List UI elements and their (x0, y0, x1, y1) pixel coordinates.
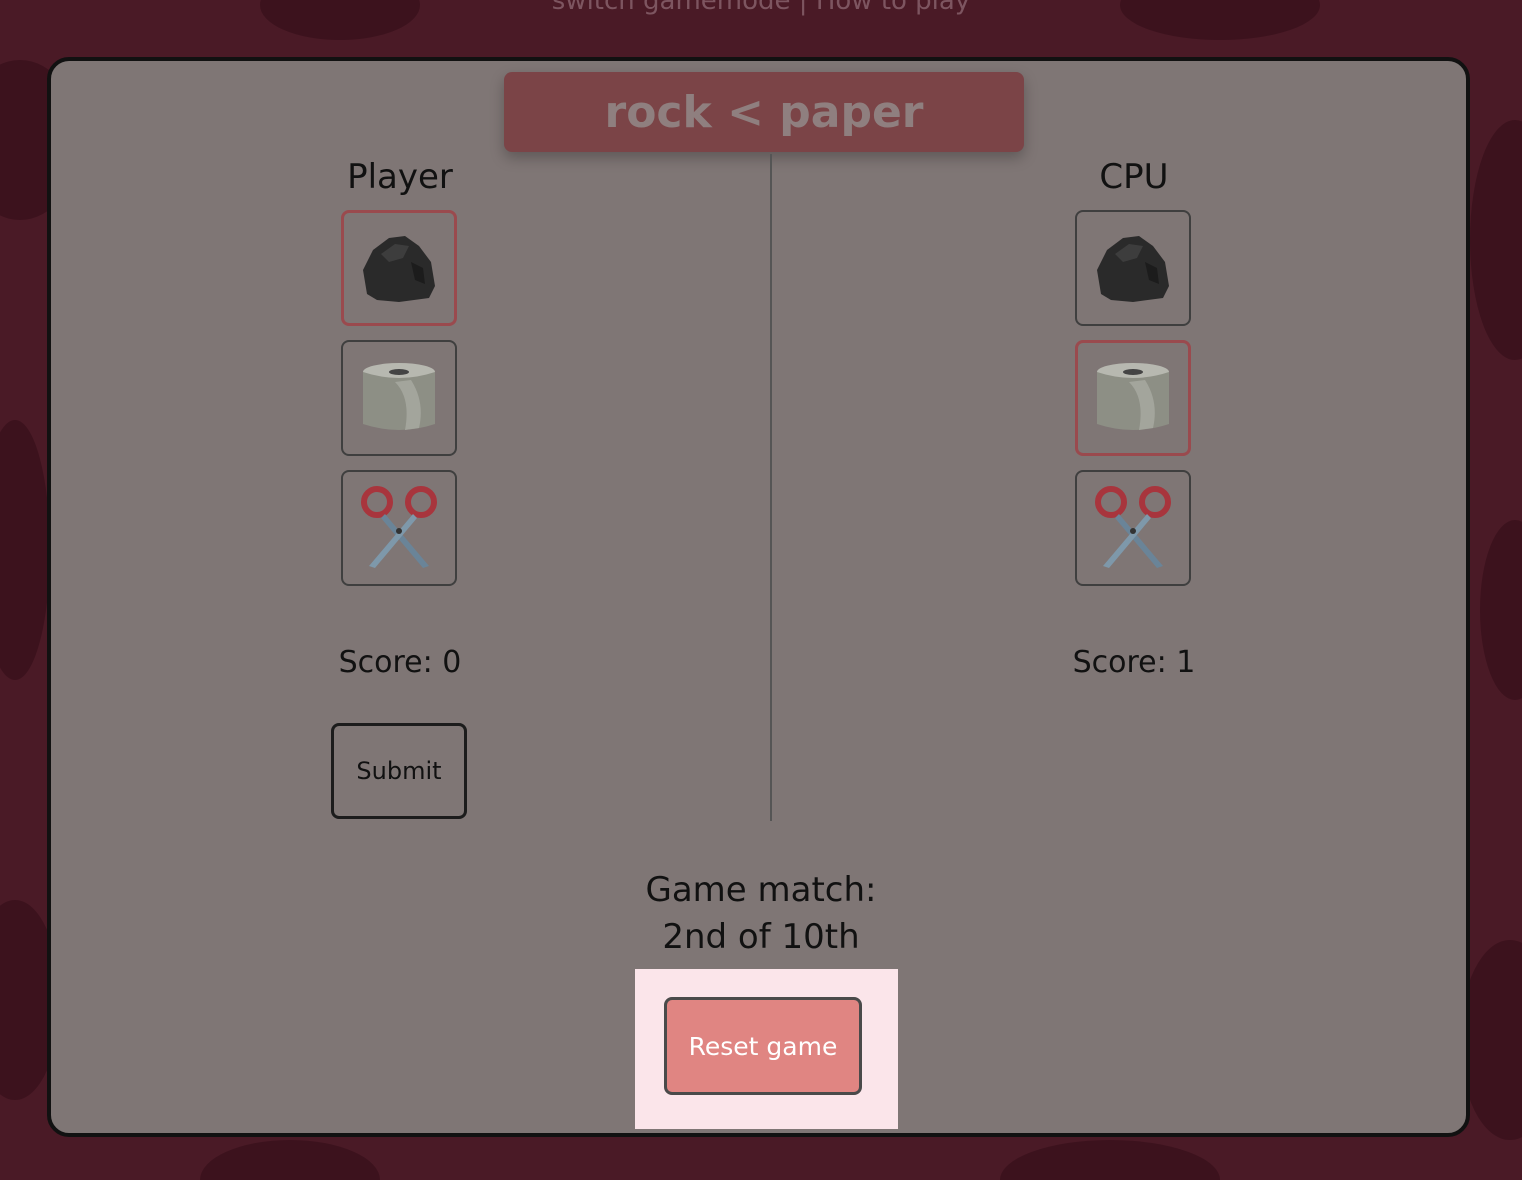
cpu-title: CPU (1099, 157, 1169, 197)
player-choice-rock[interactable] (341, 210, 457, 326)
top-nav: switch gamemode | How to play (0, 0, 1522, 16)
paper-icon (363, 363, 435, 430)
player-choice-scissors[interactable] (341, 470, 457, 586)
scissors-icon (1095, 486, 1171, 568)
round-result-banner: rock < paper (504, 72, 1024, 152)
player-choice-paper[interactable] (341, 340, 457, 456)
paper-icon (1097, 363, 1169, 430)
player-score: Score: 0 (338, 645, 462, 680)
game-panel: rock < paper Player Score: 0 Submit CPU (47, 57, 1470, 1137)
submit-button[interactable]: Submit (331, 723, 467, 819)
how-to-play-link[interactable]: How to play (816, 0, 970, 16)
game-match-status: Game match: 2nd of 10th (611, 867, 911, 961)
game-match-label: Game match: (645, 870, 877, 910)
nav-separator: | (798, 0, 808, 16)
switch-gamemode-link[interactable]: switch gamemode (552, 0, 791, 16)
center-divider (770, 154, 772, 821)
player-title: Player (347, 157, 453, 197)
cpu-score: Score: 1 (1072, 645, 1196, 680)
cpu-choice-scissors (1075, 470, 1191, 586)
reset-highlight: Reset game (635, 969, 898, 1129)
game-match-count: 2nd of 10th (662, 917, 860, 957)
rock-icon (1097, 236, 1169, 302)
rock-icon (363, 236, 435, 302)
scissors-icon (361, 486, 437, 568)
cpu-choice-paper (1075, 340, 1191, 456)
reset-game-button[interactable]: Reset game (664, 997, 862, 1095)
cpu-choice-rock (1075, 210, 1191, 326)
